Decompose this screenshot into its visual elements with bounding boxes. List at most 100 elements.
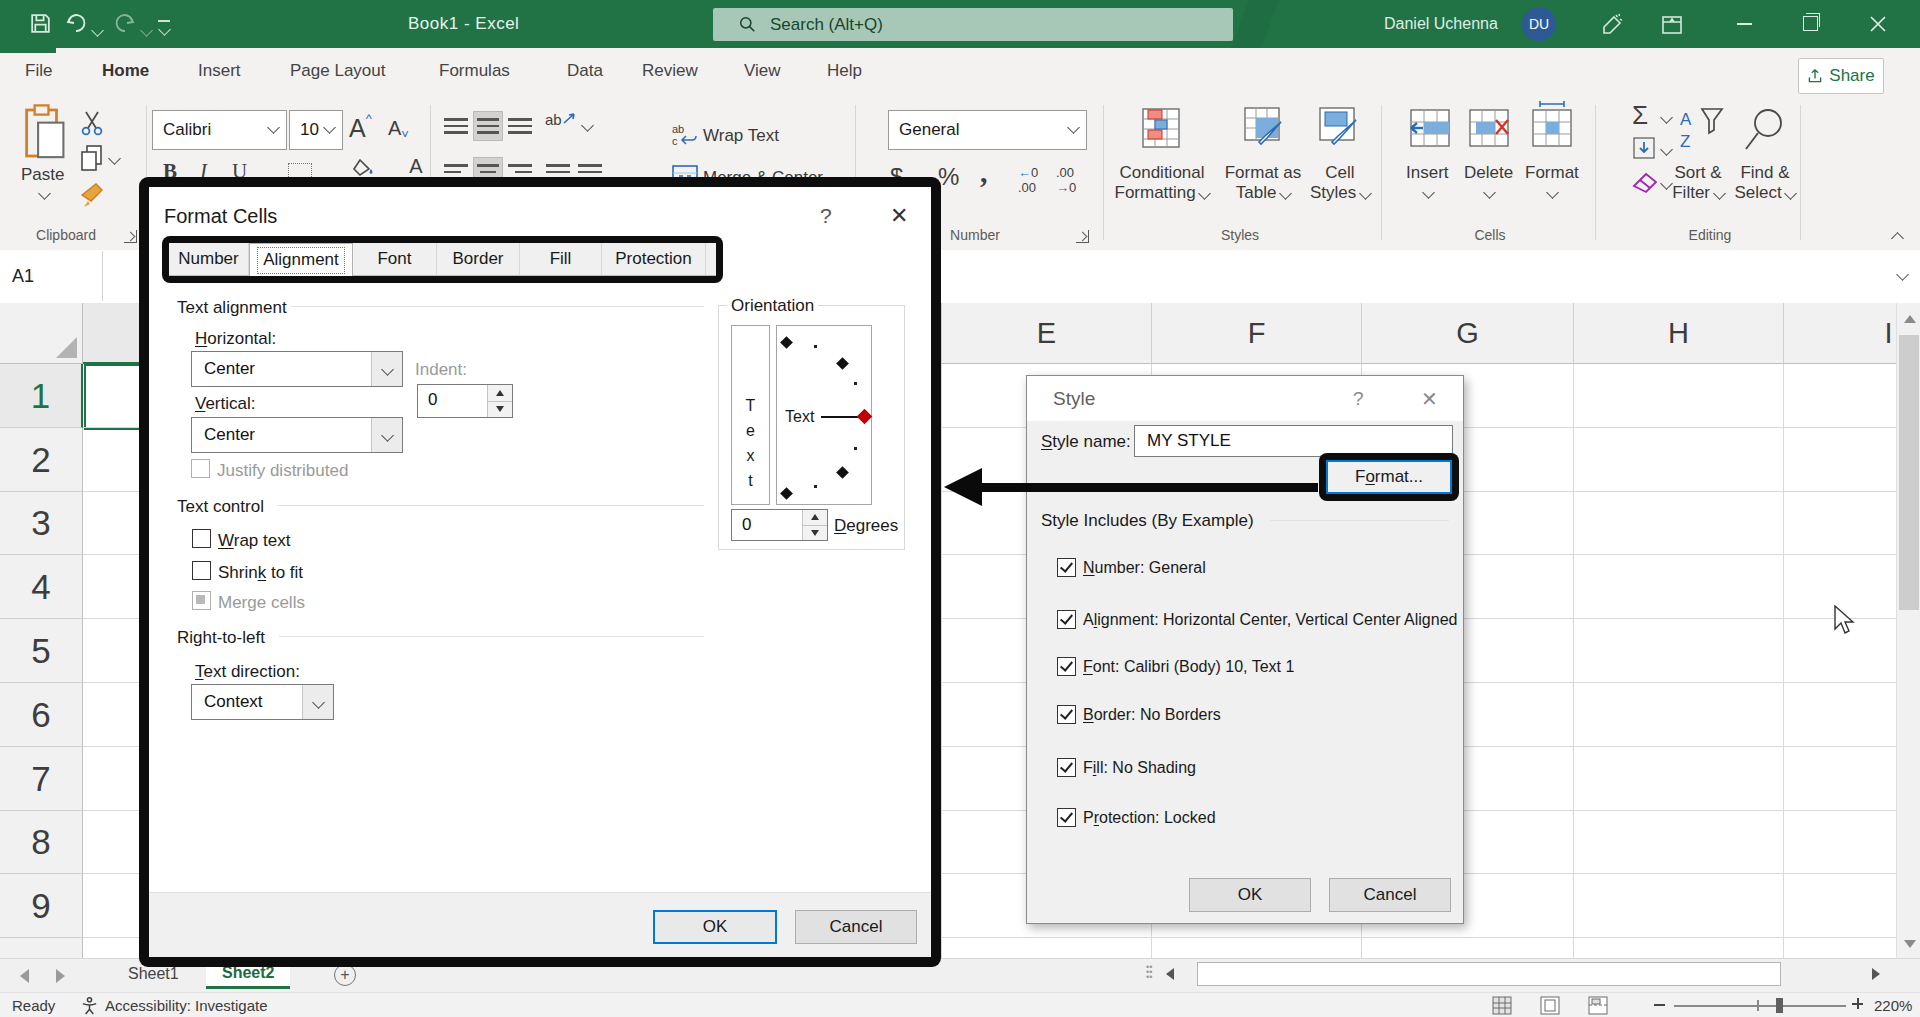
insert-cells-icon[interactable]: [1407, 108, 1451, 148]
alignment-checkbox[interactable]: [1057, 610, 1076, 629]
insert-label[interactable]: Insert: [1406, 163, 1449, 183]
tab-fill[interactable]: Fill: [520, 243, 602, 276]
paste-dropdown[interactable]: [38, 187, 51, 200]
zoom-in-icon[interactable]: [1852, 998, 1863, 1009]
clear-icon[interactable]: [1630, 170, 1658, 196]
degrees-down-icon[interactable]: [803, 526, 827, 541]
percent-icon[interactable]: %: [938, 163, 959, 191]
text-direction-combo[interactable]: Context: [191, 684, 334, 720]
indent-down-icon[interactable]: [488, 402, 512, 418]
cut-icon[interactable]: [80, 110, 104, 136]
tab-help[interactable]: Help: [827, 61, 862, 81]
align-middle-icon[interactable]: [473, 111, 503, 141]
cell-styles-label[interactable]: CellStyles: [1302, 163, 1378, 203]
zoom-out-icon[interactable]: [1654, 1004, 1665, 1006]
search-box[interactable]: Search (Alt+Q): [713, 8, 1233, 41]
format-cells-cancel-button[interactable]: Cancel: [795, 910, 917, 944]
customize-qat-chevron[interactable]: [158, 23, 171, 36]
tab-formulas[interactable]: Formulas: [439, 61, 510, 81]
hscroll-left-icon[interactable]: [1166, 968, 1174, 980]
ribbon-display-options-icon[interactable]: [1660, 13, 1684, 37]
find-select-icon[interactable]: [1742, 107, 1788, 153]
format-painter-icon[interactable]: [78, 181, 106, 209]
selected-cell-A1[interactable]: [84, 364, 139, 430]
style-ok-button[interactable]: OK: [1189, 878, 1311, 912]
close-button[interactable]: [1869, 15, 1887, 33]
degrees-up-icon[interactable]: [803, 510, 827, 526]
number-format-combo[interactable]: General: [888, 110, 1087, 150]
column-header-A[interactable]: [83, 303, 139, 364]
name-box[interactable]: A1: [0, 251, 103, 301]
number-launcher-icon[interactable]: [1076, 230, 1089, 243]
redo-dropdown-icon[interactable]: [140, 24, 153, 37]
number-checkbox[interactable]: [1057, 558, 1076, 577]
scroll-down-icon[interactable]: [1904, 940, 1916, 948]
font-item-label[interactable]: Font: Calibri (Body) 10, Text 1: [1083, 658, 1294, 676]
protection-item-label[interactable]: Protection: Locked: [1083, 809, 1216, 827]
column-header-I[interactable]: I: [1783, 303, 1896, 364]
format-as-table-label[interactable]: Format asTable: [1220, 163, 1306, 203]
vertical-combo[interactable]: Center: [191, 417, 403, 453]
format-as-table-icon[interactable]: [1243, 106, 1285, 150]
undo-dropdown-icon[interactable]: [91, 24, 104, 37]
horizontal-scroll-thumb[interactable]: [1197, 962, 1781, 986]
border-item-label[interactable]: Border: No Borders: [1083, 706, 1221, 724]
coming-soon-icon[interactable]: [1600, 13, 1624, 37]
orientation-dropdown[interactable]: [581, 119, 594, 132]
insert-dropdown[interactable]: [1422, 186, 1435, 199]
row-header-1[interactable]: 1: [0, 364, 83, 428]
format-dropdown[interactable]: [1546, 186, 1559, 199]
dial-marker-45deg[interactable]: [836, 357, 849, 370]
indent-up-icon[interactable]: [488, 385, 512, 402]
column-header-G[interactable]: G: [1361, 303, 1573, 364]
tab-alignment[interactable]: Alignment: [249, 243, 353, 276]
column-header-E[interactable]: E: [941, 303, 1151, 364]
status-accessibility[interactable]: Accessibility: Investigate: [105, 997, 268, 1014]
border-checkbox[interactable]: [1057, 705, 1076, 724]
protection-checkbox[interactable]: [1057, 808, 1076, 827]
copy-icon[interactable]: [80, 145, 103, 171]
wrap-text-checkbox[interactable]: [192, 529, 211, 548]
fill-dropdown[interactable]: [1660, 143, 1673, 156]
avatar[interactable]: DU: [1522, 7, 1556, 41]
decrease-font-icon[interactable]: A˅: [388, 117, 409, 142]
zoom-slider-track[interactable]: [1674, 1005, 1846, 1007]
view-normal-icon[interactable]: [1492, 996, 1512, 1015]
row-header-4[interactable]: 4: [0, 555, 83, 619]
row-header-8[interactable]: 8: [0, 811, 83, 874]
zoom-slider-knob[interactable]: [1776, 998, 1783, 1013]
row-header-2[interactable]: 2: [0, 428, 83, 492]
view-page-break-icon[interactable]: [1588, 996, 1608, 1015]
paste-label[interactable]: Paste: [21, 165, 64, 185]
sort-filter-icon[interactable]: AZ: [1678, 107, 1730, 153]
sheet-prev-icon[interactable]: [20, 969, 29, 983]
increase-decimal-icon[interactable]: ←0.00: [1018, 165, 1038, 195]
vertical-scroll-thumb[interactable]: [1899, 335, 1919, 610]
undo-icon[interactable]: [64, 12, 88, 36]
decrease-decimal-icon[interactable]: .00→0: [1056, 165, 1076, 195]
vertical-scrollbar[interactable]: [1896, 303, 1920, 958]
view-page-layout-icon[interactable]: [1540, 996, 1560, 1015]
alignment-item-label[interactable]: Alignment: Horizontal Center, Vertical C…: [1083, 611, 1457, 629]
autosum-dropdown[interactable]: [1660, 111, 1673, 124]
sheet-next-icon[interactable]: [56, 969, 65, 983]
user-name[interactable]: Daniel Uchenna: [1384, 15, 1498, 33]
dial-marker-minus45deg[interactable]: [836, 466, 849, 479]
save-icon[interactable]: [28, 11, 53, 36]
dial-marker-0deg[interactable]: [857, 409, 873, 425]
style-cancel-button[interactable]: Cancel: [1329, 878, 1451, 912]
accessibility-icon[interactable]: [80, 996, 99, 1015]
paste-icon[interactable]: [22, 104, 68, 162]
fill-checkbox[interactable]: [1057, 758, 1076, 777]
shrink-to-fit-label[interactable]: Shrink to fit: [218, 563, 303, 583]
delete-dropdown[interactable]: [1483, 186, 1496, 199]
autosum-icon[interactable]: Σ: [1632, 100, 1648, 131]
wrap-text-icon[interactable]: abc: [672, 123, 698, 147]
comma-icon[interactable]: ,: [980, 155, 988, 189]
degrees-spinner[interactable]: 0: [731, 509, 828, 541]
dial-marker-90deg[interactable]: [780, 336, 793, 349]
zoom-level[interactable]: 220%: [1874, 997, 1912, 1014]
minimize-button[interactable]: [1737, 23, 1752, 25]
sort-filter-label[interactable]: Sort &Filter: [1668, 163, 1728, 203]
tab-insert[interactable]: Insert: [198, 61, 241, 81]
